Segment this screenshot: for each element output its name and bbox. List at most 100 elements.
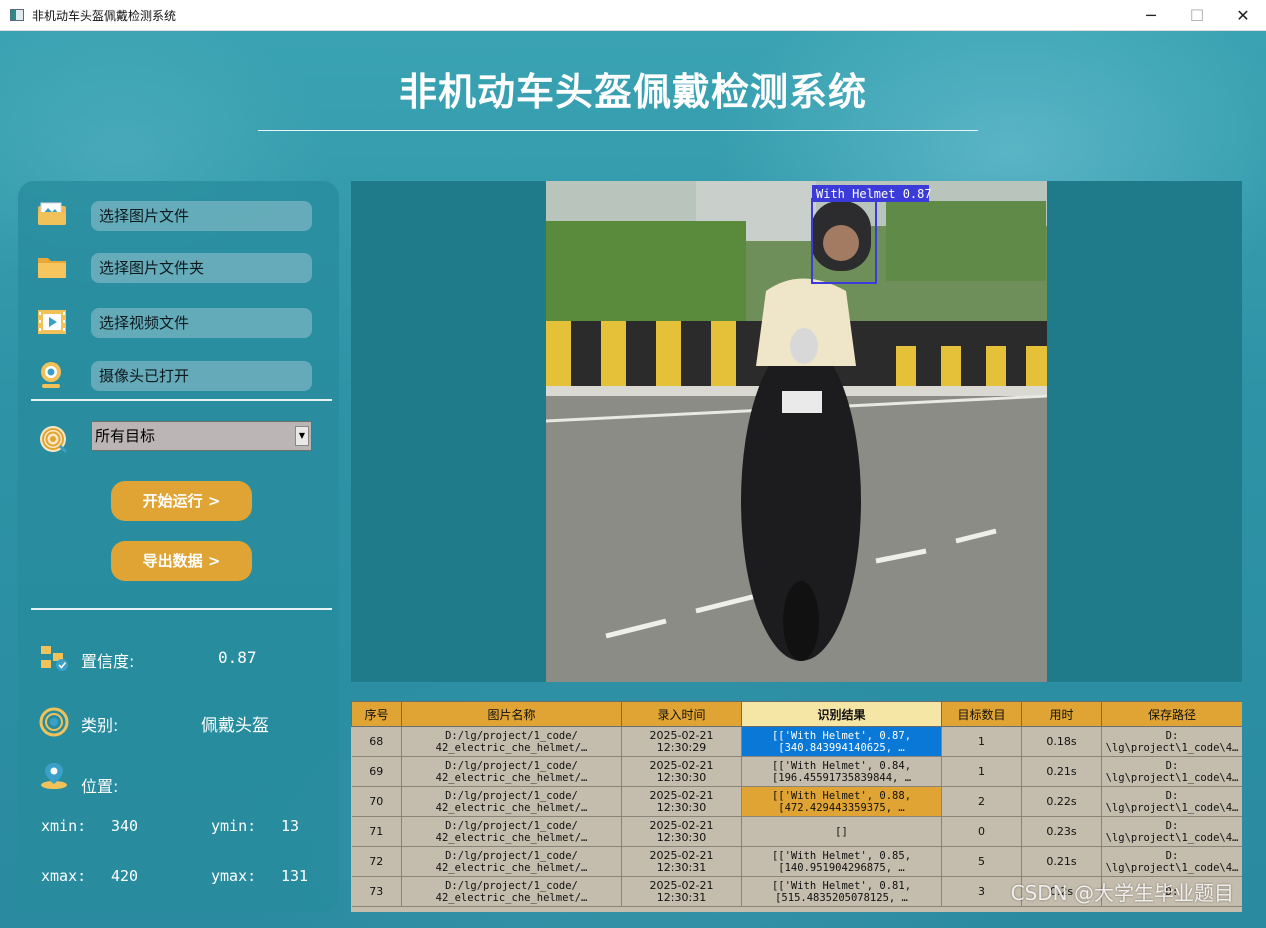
cell-image-name-text: D:/lg/project/1_code/ (445, 729, 578, 742)
select-image-button[interactable]: 选择图片文件 (91, 201, 312, 231)
cell-duration[interactable]: 0.23s (1021, 816, 1102, 847)
select-folder-button[interactable]: 选择图片文件夹 (91, 253, 312, 283)
webcam-button[interactable]: 摄像头已打开 (91, 361, 312, 391)
cell-index[interactable]: 71 (351, 816, 402, 847)
cell-image-name-text: D:/lg/project/1_code/ (445, 789, 578, 802)
cell-path[interactable]: D: \lg\project\1_code\4… (1101, 846, 1242, 877)
start-button[interactable]: 开始运行 > (111, 481, 252, 521)
category-label: 类别: (81, 716, 119, 735)
cell-image-name-text: 42_electric_che_helmet/… (435, 831, 588, 844)
cell-time-text: 2025-02-21 (649, 878, 714, 892)
cell-count[interactable]: 2 (941, 786, 1022, 817)
cell-time-text: 12:30:31 (656, 860, 707, 874)
column-header-count[interactable]: 目标数目 (941, 701, 1022, 727)
cell-image-name-text: 42_electric_che_helmet/… (435, 861, 588, 874)
column-header-name[interactable]: 图片名称 (401, 701, 622, 727)
table-row[interactable]: 70 D:/lg/project/1_code/42_electric_che_h… (351, 786, 1242, 817)
cell-time[interactable]: 2025-02-21 12:30:29 (621, 726, 742, 757)
cell-path[interactable]: D: \lg\project\1_code\4… (1101, 726, 1242, 757)
cell-count-text: 0 (978, 824, 985, 838)
video-file-icon (38, 310, 66, 334)
cell-result[interactable]: [['With Helmet', 0.85, [140.951904296875,… (741, 846, 942, 877)
cell-path-text: D: (1165, 759, 1179, 772)
confidence-value: 0.87 (218, 648, 257, 667)
table-row[interactable]: 72 D:/lg/project/1_code/42_electric_che_h… (351, 846, 1242, 877)
cell-result[interactable]: [['With Helmet', 0.87, [340.843994140625,… (741, 726, 942, 757)
export-button[interactable]: 导出数据 > (111, 541, 252, 581)
cell-count[interactable]: 1 (941, 726, 1022, 757)
cell-time[interactable]: 2025-02-21 12:30:30 (621, 756, 742, 787)
cell-index[interactable]: 69 (351, 756, 402, 787)
folder-icon (38, 258, 66, 278)
cell-count[interactable]: 0 (941, 816, 1022, 847)
cell-count-text: 1 (978, 734, 985, 748)
target-select[interactable]: 所有目标 ▼ (91, 421, 312, 451)
image-display: With Helmet 0.87 (351, 181, 1242, 682)
select-video-button[interactable]: 选择视频文件 (91, 308, 312, 338)
cell-index-text: 69 (369, 764, 384, 778)
ymax-label: ymax: (211, 867, 257, 885)
minimize-button[interactable]: ─ (1128, 0, 1174, 31)
cell-path[interactable]: D: \lg\project\1_code\4… (1101, 786, 1242, 817)
results-table[interactable]: 序号 图片名称 录入时间 识别结果 目标数目 用时 保存路径 68 D:/lg/p… (351, 701, 1242, 912)
column-header-duration[interactable]: 用时 (1021, 701, 1102, 727)
cell-count[interactable]: 5 (941, 846, 1022, 877)
cell-path[interactable]: D: \lg\project\1_code\4… (1101, 816, 1242, 847)
cell-time-text: 2025-02-21 (649, 848, 714, 862)
cell-image-name[interactable]: D:/lg/project/1_code/42_electric_che_hel… (401, 756, 622, 787)
cell-index[interactable]: 68 (351, 726, 402, 757)
cell-result-text: [['With Helmet', 0.84, (771, 759, 912, 772)
cell-image-name-text: D:/lg/project/1_code/ (445, 759, 578, 772)
cell-result-text: [['With Helmet', 0.85, (771, 849, 912, 862)
cell-time-text: 2025-02-21 (649, 788, 714, 802)
cell-result-text: [140.951904296875, … (778, 861, 905, 874)
image-folder-icon (38, 202, 66, 225)
page-title: 非机动车头盔佩戴检测系统 (398, 70, 867, 114)
cell-image-name[interactable]: D:/lg/project/1_code/42_electric_che_hel… (401, 726, 622, 757)
cell-result[interactable]: [] (741, 816, 942, 847)
cell-index-text: 68 (369, 734, 384, 748)
cell-path-text: D: (1165, 819, 1179, 832)
cell-index-text: 73 (369, 884, 384, 898)
dropdown-arrow-icon[interactable]: ▼ (295, 426, 309, 446)
close-button[interactable]: ✕ (1220, 0, 1266, 31)
cell-duration[interactable]: 0.18s (1021, 726, 1102, 757)
cell-path-text: D: (1165, 729, 1179, 742)
cell-result[interactable]: [['With Helmet', 0.81, [515.4835205078125… (741, 876, 942, 907)
column-header-result[interactable]: 识别结果 (741, 701, 942, 727)
cell-time[interactable]: 2025-02-21 12:30:30 (621, 816, 742, 847)
column-header-path[interactable]: 保存路径 (1101, 701, 1242, 727)
cell-image-name-text: 42_electric_che_helmet/… (435, 801, 588, 814)
cell-result[interactable]: [['With Helmet', 0.88, [472.429443359375,… (741, 786, 942, 817)
cell-duration[interactable]: 0.21s (1021, 846, 1102, 877)
maximize-button[interactable]: ☐ (1174, 0, 1220, 31)
panel-divider (31, 608, 332, 610)
cell-time[interactable]: 2025-02-21 12:30:31 (621, 846, 742, 877)
cell-index[interactable]: 70 (351, 786, 402, 817)
cell-count[interactable]: 3 (941, 876, 1022, 907)
cell-result-text: [340.843994140625, … (778, 741, 905, 754)
table-row[interactable]: 71 D:/lg/project/1_code/42_electric_che_h… (351, 816, 1242, 847)
cell-image-name-text: 42_electric_che_helmet/… (435, 891, 588, 904)
cell-count[interactable]: 1 (941, 756, 1022, 787)
confidence-icon (41, 646, 68, 671)
cell-duration[interactable]: 0.21s (1021, 756, 1102, 787)
cell-index[interactable]: 73 (351, 876, 402, 907)
cell-result[interactable]: [['With Helmet', 0.84, [196.4559173583984… (741, 756, 942, 787)
cell-path[interactable]: D: \lg\project\1_code\4… (1101, 756, 1242, 787)
cell-image-name[interactable]: D:/lg/project/1_code/42_electric_che_hel… (401, 846, 622, 877)
cell-image-name[interactable]: D:/lg/project/1_code/42_electric_che_hel… (401, 786, 622, 817)
column-header-index[interactable]: 序号 (351, 701, 402, 727)
table-row[interactable]: 68 D:/lg/project/1_code/42_electric_che_h… (351, 726, 1242, 757)
cell-image-name[interactable]: D:/lg/project/1_code/42_electric_che_hel… (401, 816, 622, 847)
cell-index[interactable]: 72 (351, 846, 402, 877)
table-row[interactable]: 69 D:/lg/project/1_code/42_electric_che_h… (351, 756, 1242, 787)
cell-time[interactable]: 2025-02-21 12:30:31 (621, 876, 742, 907)
cell-time[interactable]: 2025-02-21 12:30:30 (621, 786, 742, 817)
cell-result-text: [['With Helmet', 0.81, (771, 879, 912, 892)
confidence-label: 置信度: (81, 652, 135, 671)
cell-image-name[interactable]: D:/lg/project/1_code/42_electric_che_hel… (401, 876, 622, 907)
column-header-time[interactable]: 录入时间 (621, 701, 742, 727)
cell-duration[interactable]: 0.22s (1021, 786, 1102, 817)
cell-result-text: [] (835, 825, 848, 838)
